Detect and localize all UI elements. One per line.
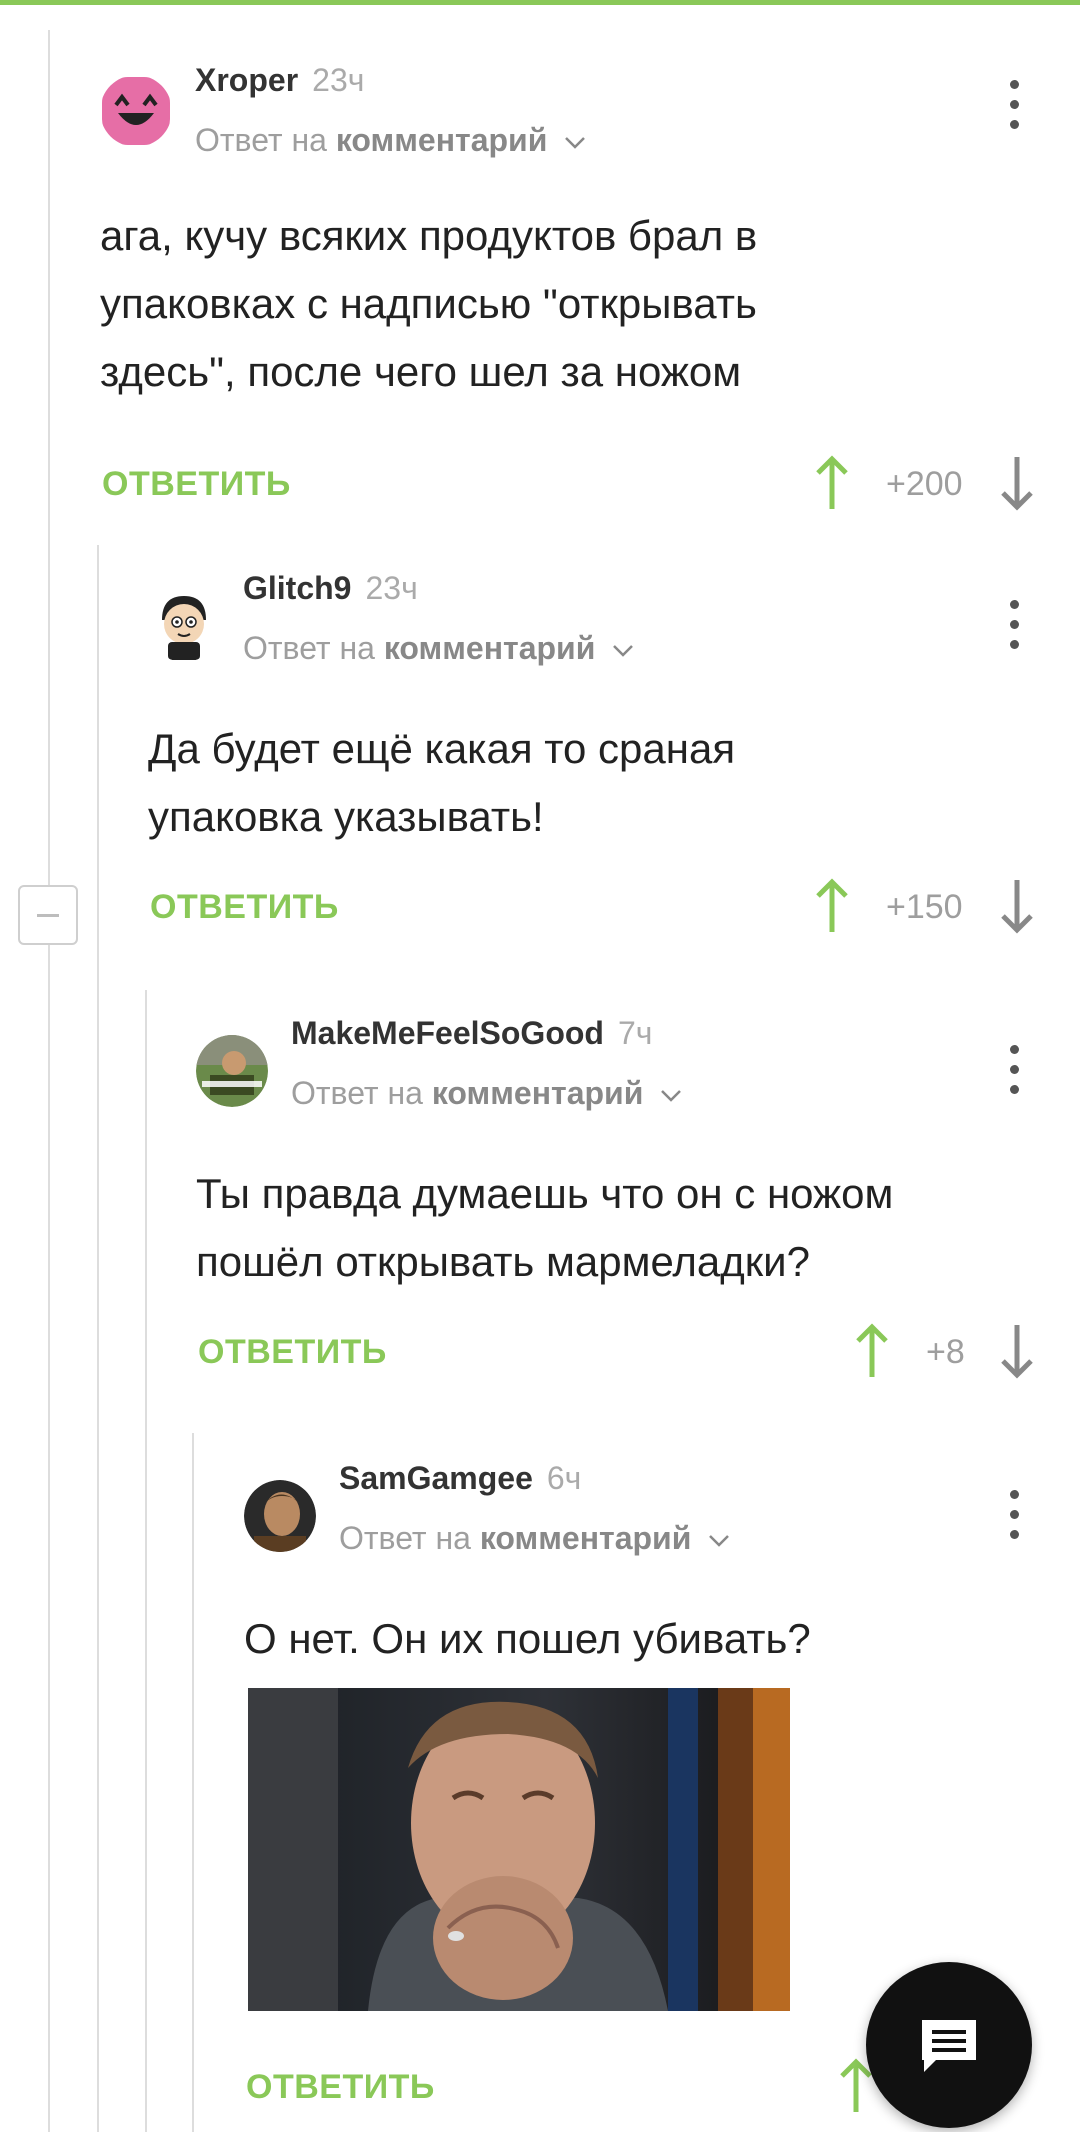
- reply-to-link[interactable]: Ответ на комментарий: [291, 1075, 682, 1112]
- chevron-down-icon[interactable]: [612, 644, 634, 658]
- comment-line: пошёл открывать мармеладки?: [196, 1238, 810, 1285]
- comment-line: упаковках с надписью "открывать: [100, 280, 757, 327]
- comment-line: здесь", после чего шел за ножом: [100, 348, 742, 395]
- chevron-down-icon[interactable]: [708, 1534, 730, 1548]
- comment-line: Да будет ещё какая то сраная: [148, 725, 736, 772]
- timestamp: 6ч: [546, 1460, 582, 1496]
- reply-button[interactable]: ОТВЕТИТЬ: [150, 888, 339, 927]
- thread-line: [145, 990, 147, 2132]
- username[interactable]: Glitch9 23ч: [243, 570, 418, 607]
- avatar[interactable]: [196, 1035, 268, 1107]
- pink-smiley-avatar-icon: [102, 77, 170, 145]
- comment-text: ага, кучу всяких продуктов брал в упаков…: [100, 202, 757, 406]
- comment: Xroper 23ч Ответ на комментарий ага, кучу…: [100, 50, 1050, 511]
- username-text[interactable]: Glitch9: [243, 570, 351, 606]
- comment-line: ага, кучу всяких продуктов брал в: [100, 212, 758, 259]
- timestamp: 7ч: [617, 1015, 653, 1051]
- reply-target[interactable]: комментарий: [480, 1520, 692, 1556]
- timestamp: 23ч: [365, 570, 418, 606]
- meme-avatar-icon: [196, 1035, 268, 1107]
- reply-prefix: Ответ на: [291, 1075, 423, 1111]
- thread-line: [48, 30, 50, 2132]
- comment-text: Ты правда думаешь что он с ножом пошёл о…: [196, 1160, 893, 1296]
- crying-man-image: [248, 1688, 790, 2011]
- comment-actions: ОТВЕТИТЬ +8: [196, 1323, 1050, 1383]
- upvote-icon[interactable]: [812, 455, 852, 511]
- comment-image[interactable]: [248, 1688, 790, 2011]
- rating-score: +150: [886, 888, 963, 926]
- hobbit-avatar-icon: [244, 1480, 316, 1552]
- avatar[interactable]: [100, 75, 172, 147]
- reply-target[interactable]: комментарий: [432, 1075, 644, 1111]
- rating-score: +200: [886, 465, 963, 503]
- username[interactable]: MakeMeFeelSoGood 7ч: [291, 1015, 652, 1052]
- comment-line: Ты правда думаешь что он с ножом: [196, 1170, 894, 1217]
- avatar[interactable]: [148, 590, 220, 662]
- username-text[interactable]: SamGamgee: [339, 1460, 533, 1496]
- comment-actions: ОТВЕТИТЬ +200: [100, 455, 1050, 515]
- timestamp: 23ч: [312, 62, 365, 98]
- thread-line: [97, 545, 99, 2132]
- top-accent-bar: [0, 0, 1080, 5]
- comment-icon: [922, 2020, 976, 2072]
- more-options-icon[interactable]: [1000, 1045, 1030, 1105]
- comment-actions: ОТВЕТИТЬ +150: [148, 878, 1050, 938]
- reply-button[interactable]: ОТВЕТИТЬ: [198, 1333, 387, 1372]
- comment-text: Да будет ещё какая то сраная упаковка ук…: [148, 715, 735, 851]
- username[interactable]: Xroper 23ч: [195, 62, 364, 99]
- chevron-down-icon[interactable]: [660, 1089, 682, 1103]
- reply-button[interactable]: ОТВЕТИТЬ: [246, 2068, 435, 2107]
- reply-to-link[interactable]: Ответ на комментарий: [339, 1520, 730, 1557]
- reply-target[interactable]: комментарий: [384, 630, 596, 666]
- comment-fab-button[interactable]: [866, 1962, 1032, 2128]
- rating-score: +8: [926, 1333, 965, 1371]
- reply-prefix: Ответ на: [243, 630, 375, 666]
- comment-line: упаковка указывать!: [148, 793, 544, 840]
- thread-line: [192, 1433, 194, 2132]
- reply-prefix: Ответ на: [339, 1520, 471, 1556]
- downvote-icon[interactable]: [997, 455, 1037, 511]
- collapse-thread-button[interactable]: [18, 885, 78, 945]
- downvote-icon[interactable]: [997, 878, 1037, 934]
- reply-prefix: Ответ на: [195, 122, 327, 158]
- upvote-icon[interactable]: [812, 878, 852, 934]
- reply-to-link[interactable]: Ответ на комментарий: [195, 122, 586, 159]
- username-text[interactable]: Xroper: [195, 62, 298, 98]
- cartoon-character-avatar-icon: [148, 590, 220, 662]
- reply-target[interactable]: комментарий: [336, 122, 548, 158]
- chevron-down-icon[interactable]: [564, 136, 586, 150]
- reply-button[interactable]: ОТВЕТИТЬ: [102, 465, 291, 504]
- username[interactable]: SamGamgee 6ч: [339, 1460, 581, 1497]
- more-options-icon[interactable]: [1000, 600, 1030, 660]
- more-options-icon[interactable]: [1000, 1490, 1030, 1550]
- upvote-icon[interactable]: [852, 1323, 892, 1379]
- comment-line: О нет. Он их пошел убивать?: [244, 1615, 811, 1662]
- comment-text: О нет. Он их пошел убивать?: [244, 1605, 811, 1673]
- more-options-icon[interactable]: [1000, 80, 1030, 140]
- avatar[interactable]: [244, 1480, 316, 1552]
- username-text[interactable]: MakeMeFeelSoGood: [291, 1015, 604, 1051]
- comment: MakeMeFeelSoGood 7ч Ответ на комментарий …: [196, 1015, 1050, 1385]
- downvote-icon[interactable]: [997, 1323, 1037, 1379]
- comment: Glitch9 23ч Ответ на комментарий Да будет…: [148, 570, 1050, 934]
- reply-to-link[interactable]: Ответ на комментарий: [243, 630, 634, 667]
